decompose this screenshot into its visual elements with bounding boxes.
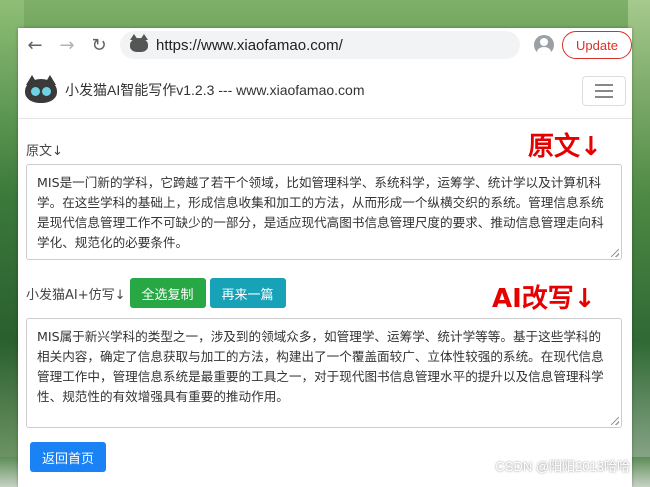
rewrite-label: 小发猫AI+仿写↓ (26, 287, 126, 303)
back-home-button[interactable]: 返回首页 (30, 442, 107, 472)
rewrite-textarea[interactable]: MIS属于新兴学科的类型之一，涉及到的领域众多，如管理学、运筹学、统计学等等。基… (26, 318, 622, 428)
generate-again-button[interactable]: 再来一篇 (209, 278, 286, 308)
browser-toolbar: ← → ↻ https://www.xiaofamao.com/ Update (18, 28, 632, 62)
original-text: MIS是一门新的学科，它跨越了若干个领域，比如管理科学、系统科学，运筹学、统计学… (37, 175, 604, 250)
copy-all-button[interactable]: 全选复制 (129, 278, 206, 308)
reload-icon[interactable]: ↻ (84, 30, 114, 60)
original-label: 原文↓ (26, 144, 63, 159)
update-button[interactable]: Update (562, 31, 632, 59)
original-big-label: 原文↓ (528, 132, 602, 162)
forward-arrow-icon[interactable]: → (52, 30, 82, 60)
back-arrow-icon[interactable]: ← (20, 30, 50, 60)
url-text[interactable]: https://www.xiaofamao.com/ (156, 37, 343, 54)
cat-logo-icon[interactable] (25, 75, 57, 105)
original-label-row: 原文↓ (26, 140, 63, 159)
site-favicon-icon (130, 34, 148, 52)
browser-window: ← → ↻ https://www.xiaofamao.com/ Update … (18, 28, 632, 487)
address-bar[interactable]: https://www.xiaofamao.com/ (120, 31, 520, 59)
resize-handle-icon[interactable] (611, 417, 619, 425)
site-navbar: 小发猫AI智能写作v1.2.3 --- www.xiaofamao.com (18, 62, 632, 119)
rewrite-text: MIS属于新兴学科的类型之一，涉及到的领域众多，如管理学、运筹学、统计学等等。基… (37, 329, 604, 404)
csdn-watermark: CSDN @阳阳2013哈哈 (495, 459, 630, 474)
rewrite-big-label: AI改写↓ (492, 284, 596, 314)
site-brand[interactable]: 小发猫AI智能写作v1.2.3 --- www.xiaofamao.com (65, 80, 365, 100)
resize-handle-icon[interactable] (611, 249, 619, 257)
profile-avatar-icon[interactable] (534, 35, 554, 55)
original-textarea[interactable]: MIS是一门新的学科，它跨越了若干个领域，比如管理科学、系统科学，运筹学、统计学… (26, 164, 622, 260)
hamburger-menu-icon[interactable] (582, 76, 626, 106)
rewrite-label-row: 小发猫AI+仿写↓ 全选复制 再来一篇 (26, 278, 286, 308)
